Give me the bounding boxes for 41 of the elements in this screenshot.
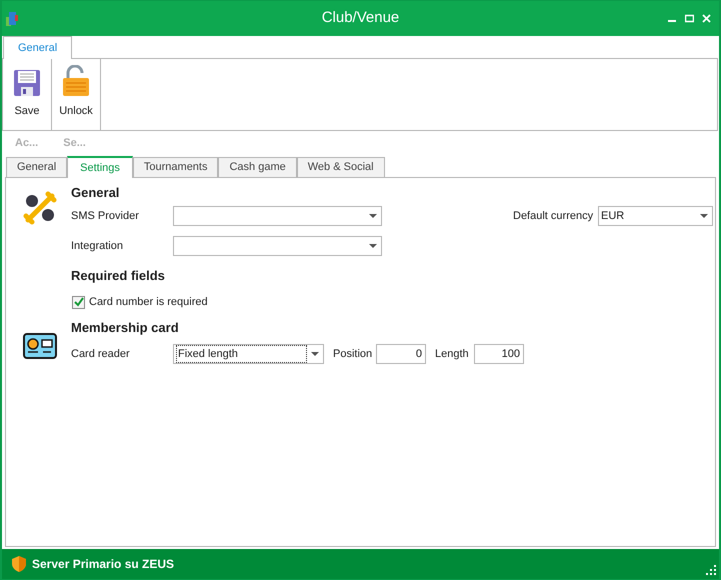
field-label: Position <box>333 346 374 362</box>
maximize-icon[interactable] <box>685 14 694 23</box>
caret-icon <box>311 352 319 356</box>
ribbon-button[interactable]: Unlock <box>52 59 101 130</box>
checkbox[interactable] <box>72 296 85 308</box>
tab[interactable]: Web & Social <box>296 157 385 177</box>
group-label: Se... <box>63 136 86 151</box>
card-reader-dropdown[interactable]: Fixed length <box>173 344 324 364</box>
check-icon <box>74 297 84 307</box>
field-label: SMS Provider <box>71 208 140 224</box>
caret-icon <box>700 214 708 218</box>
app-icon <box>5 10 19 26</box>
section-heading: General <box>71 184 120 201</box>
close-icon[interactable] <box>702 14 711 23</box>
ribbon-button[interactable]: Save <box>3 59 52 130</box>
sms-provider-dropdown[interactable] <box>173 206 382 226</box>
position-field[interactable]: 0 <box>376 344 426 364</box>
currency-dropdown[interactable]: EUR <box>598 206 713 226</box>
tab[interactable]: General <box>6 157 68 177</box>
tab[interactable]: Cash game <box>218 157 297 177</box>
length-field[interactable]: 100 <box>474 344 524 364</box>
ribbon-tab[interactable]: General <box>3 36 72 59</box>
id-card-icon <box>23 331 57 359</box>
section-heading: Membership card <box>71 319 180 338</box>
caret-icon <box>369 214 377 218</box>
field-label: Card reader <box>71 346 131 362</box>
integration-dropdown[interactable] <box>173 236 382 256</box>
field-label: Length <box>435 346 470 362</box>
field-label: Integration <box>71 238 124 254</box>
caret-icon <box>369 244 377 248</box>
open-padlock-icon <box>62 65 90 97</box>
tab[interactable]: Settings <box>67 156 133 178</box>
group-label: Ac... <box>15 136 38 151</box>
window-title: Club/Venue <box>322 8 400 28</box>
checkbox-label: Card number is required <box>89 294 208 310</box>
shield-icon <box>12 556 26 572</box>
field-label: Default currency <box>513 208 594 224</box>
status-text: Server Primario su ZEUS <box>32 556 174 573</box>
tab[interactable]: Tournaments <box>132 157 218 177</box>
section-heading: Required fields <box>71 267 166 286</box>
resize-grip-icon[interactable] <box>706 565 716 575</box>
